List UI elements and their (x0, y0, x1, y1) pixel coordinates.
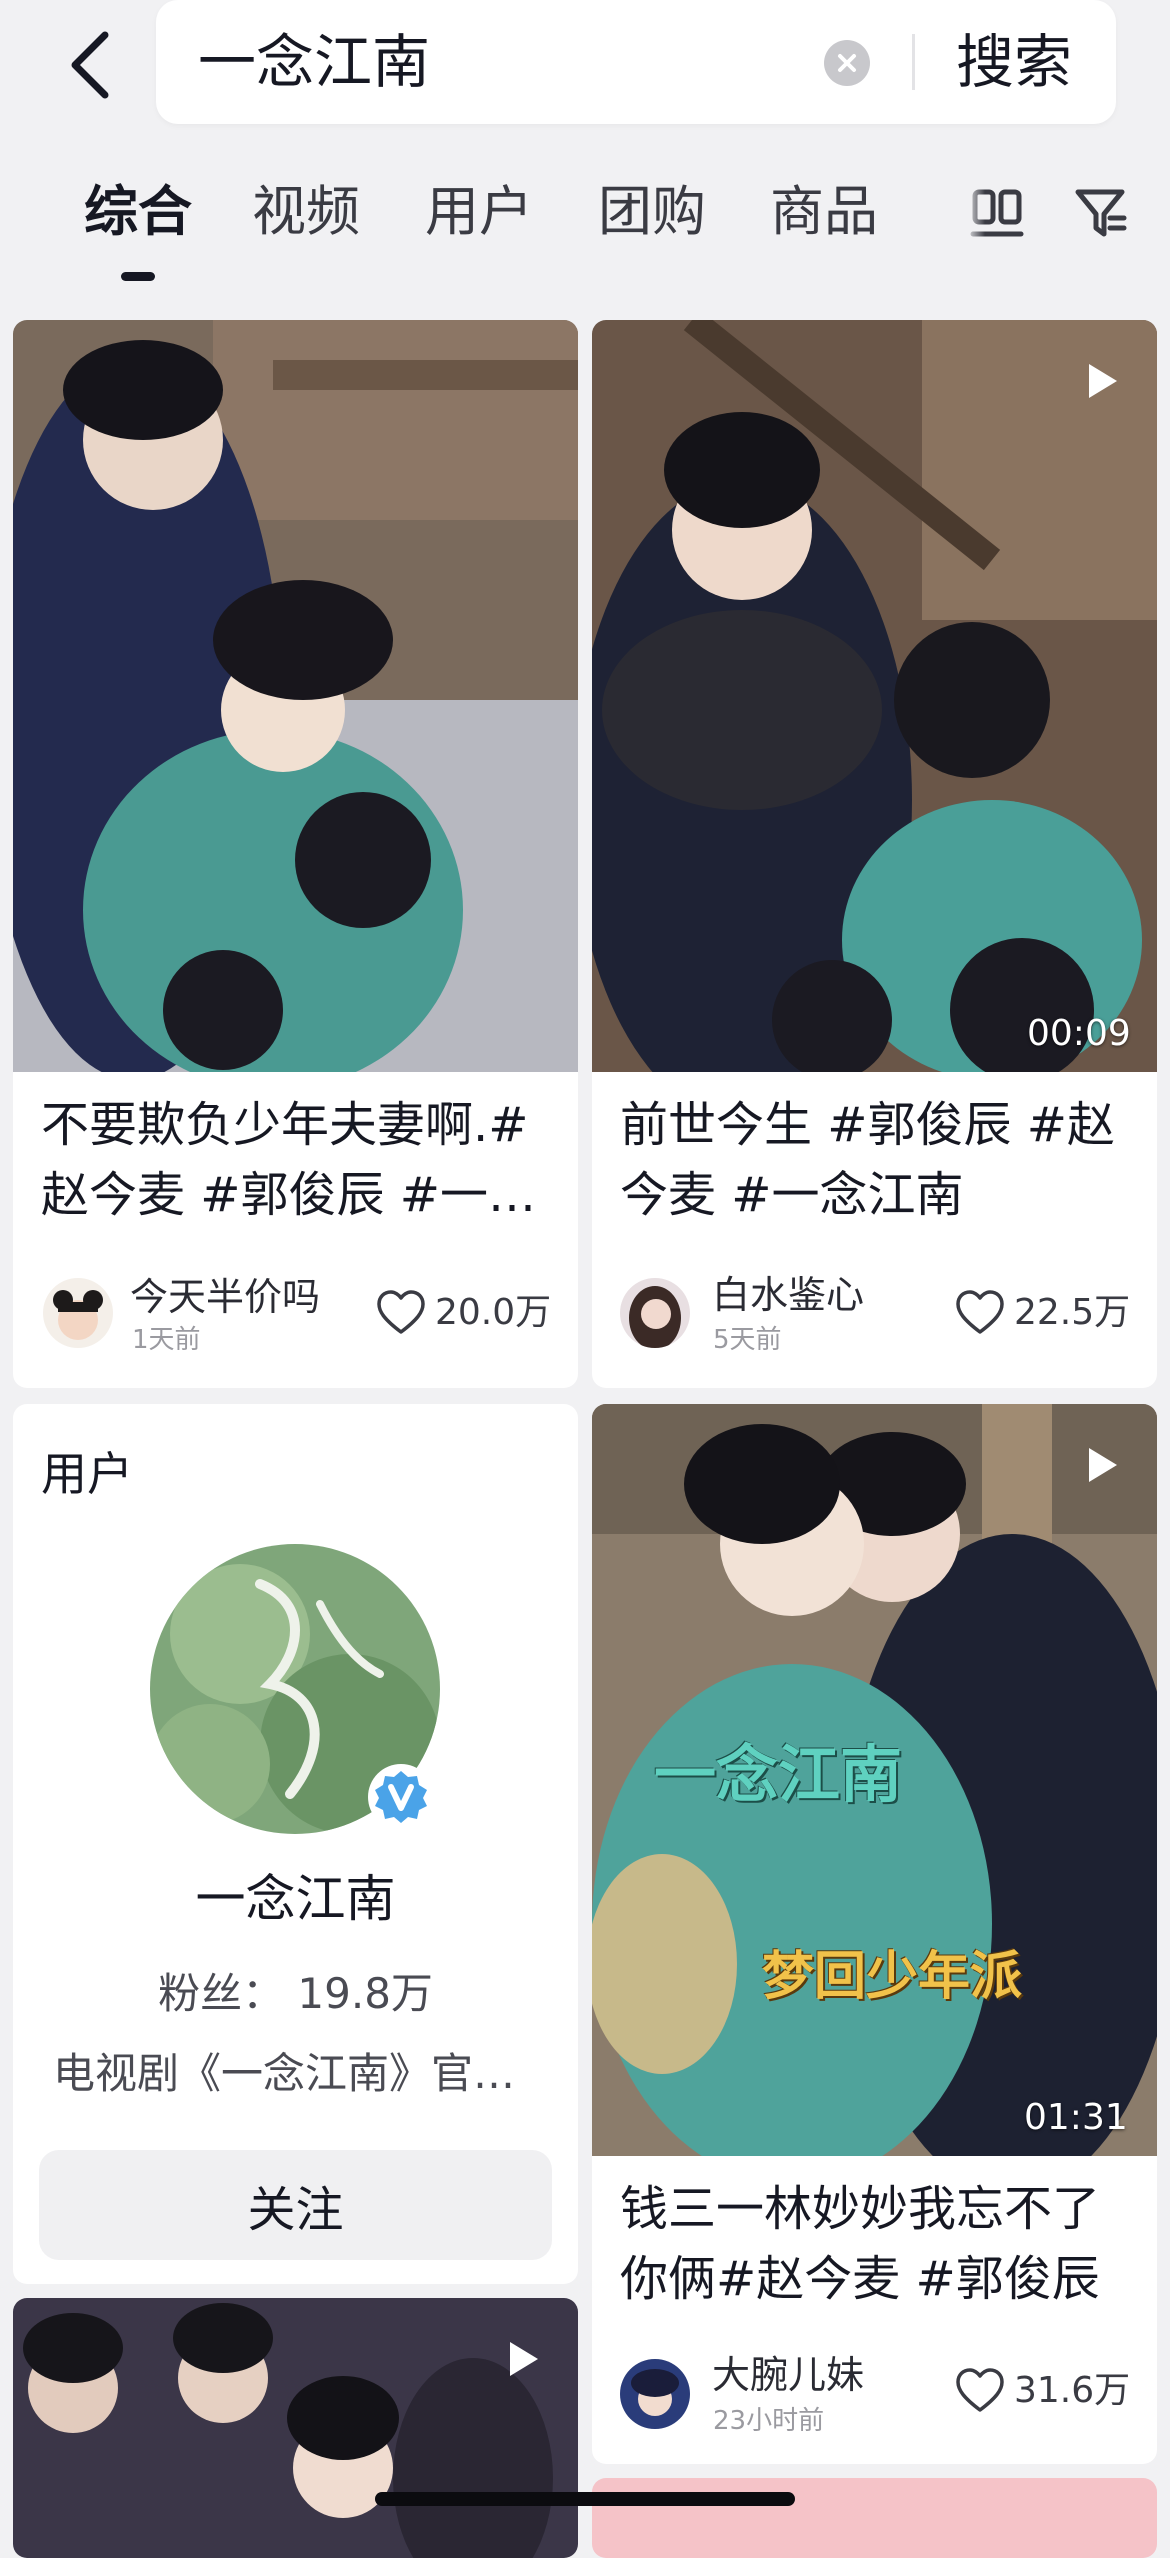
play-icon (1089, 1448, 1117, 1482)
clear-icon (838, 54, 856, 72)
video-overlay-title: 一念江南 (654, 1738, 903, 1811)
author-name[interactable]: 今天半价吗 (130, 1272, 320, 1322)
chevron-left-icon (71, 31, 109, 99)
heart-outline-icon[interactable] (954, 2366, 1006, 2414)
like-count: 22.5万 (1014, 1292, 1131, 1333)
back-button[interactable] (50, 20, 130, 110)
tab-products[interactable]: 商品 (770, 175, 878, 249)
follow-button[interactable]: 关注 (39, 2150, 552, 2260)
video-card[interactable] (13, 2298, 578, 2558)
like-count: 20.0万 (435, 1292, 552, 1333)
video-title: 前世今生 #郭俊辰 #赵今麦 #一念江南 (620, 1097, 1115, 1223)
search-input[interactable]: 一念江南 (198, 20, 430, 104)
author-name[interactable]: 大腕儿妹 (712, 2350, 864, 2400)
post-time: 1天前 (132, 1325, 201, 1355)
post-time: 5天前 (713, 1325, 782, 1355)
video-card[interactable]: 00:09 前世今生 #郭俊辰 #赵今麦 #一念江南 白水鉴心 5天前 22.5… (592, 320, 1157, 1388)
tab-video[interactable]: 视频 (252, 175, 360, 249)
video-card[interactable]: 不要欺负少年夫妻啊.#赵今麦 #郭俊辰 #一念江南 今天半价吗 1天前 20.0… (13, 320, 578, 1388)
user-section-heading: 用户 (41, 1447, 133, 1501)
avatar[interactable] (620, 2359, 690, 2429)
tab-group-buy[interactable]: 团购 (598, 175, 706, 249)
post-time: 23小时前 (713, 2406, 825, 2436)
video-card[interactable]: 一念江南 梦回少年派 01:31 钱三一林妙妙我忘不了你俩#赵今麦 #郭俊辰 大… (592, 1404, 1157, 2464)
like-count: 31.6万 (1014, 2370, 1131, 2411)
clear-search-button[interactable] (824, 40, 870, 86)
video-card[interactable] (592, 2478, 1157, 2558)
user-fans-count: 粉丝： 19.8万 (158, 1969, 433, 2018)
user-description: 电视剧《一念江南》官方账号 (53, 2049, 548, 2098)
video-title: 不要欺负少年夫妻啊.#赵今麦 #郭俊辰 #一念江南 (41, 1097, 536, 1223)
verified-badge (368, 1764, 434, 1830)
filter-button[interactable] (1070, 182, 1132, 244)
user-name[interactable]: 一念江南 (13, 1864, 578, 1934)
video-title: 钱三一林妙妙我忘不了你俩#赵今麦 #郭俊辰 (620, 2181, 1101, 2307)
video-thumbnail (13, 320, 578, 1072)
user-card[interactable]: 用户 一念江南 粉丝： 19.8万 电视剧《一念江南》官方账号 关注 (13, 1404, 578, 2284)
play-icon (1089, 364, 1117, 398)
heart-outline-icon[interactable] (954, 1288, 1006, 1336)
active-tab-indicator (121, 272, 155, 281)
filter-icon (1075, 189, 1127, 237)
search-bar[interactable]: 一念江南 搜索 (156, 0, 1116, 124)
video-duration: 01:31 (1024, 2097, 1128, 2138)
play-icon (510, 2342, 538, 2376)
tab-users[interactable]: 用户 (425, 175, 533, 249)
tab-comprehensive[interactable]: 综合 (84, 175, 192, 249)
layout-toggle-icon (965, 180, 1024, 244)
home-indicator (375, 2492, 795, 2506)
author-name[interactable]: 白水鉴心 (712, 1270, 864, 1320)
video-duration: 00:09 (1027, 1013, 1131, 1054)
video-overlay-subtitle: 梦回少年派 (762, 1947, 1023, 2007)
avatar[interactable] (43, 1278, 113, 1348)
author-avatar-image (43, 1278, 113, 1348)
video-thumbnail (592, 320, 1157, 1072)
avatar[interactable] (620, 1278, 690, 1348)
author-avatar-image (620, 2359, 690, 2429)
layout-toggle-button[interactable] (965, 180, 1027, 244)
heart-outline-icon[interactable] (375, 1288, 427, 1336)
search-submit-button[interactable]: 搜索 (956, 22, 1072, 102)
video-thumbnail (13, 2298, 578, 2558)
search-divider (912, 34, 915, 90)
verified-v-icon (375, 1771, 427, 1823)
author-avatar-image (620, 1278, 690, 1348)
